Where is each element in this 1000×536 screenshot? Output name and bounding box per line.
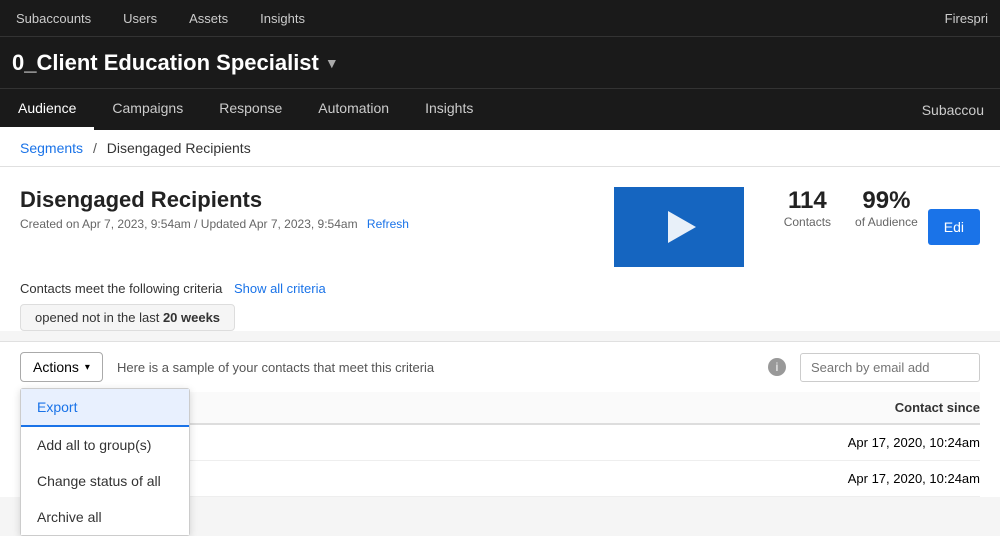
actions-container: Actions ▾ Export Add all to group(s) Cha… bbox=[20, 352, 103, 382]
main-content: Disengaged Recipients Created on Apr 7, … bbox=[0, 167, 1000, 331]
breadcrumb-separator: / bbox=[93, 140, 97, 156]
segment-info-left: Disengaged Recipients Created on Apr 7, … bbox=[20, 187, 574, 231]
dropdown-change-status[interactable]: Change status of all bbox=[21, 463, 189, 499]
toolbar-description: Here is a sample of your contacts that m… bbox=[117, 360, 754, 375]
top-nav-insights[interactable]: Insights bbox=[256, 11, 309, 26]
segment-stats: 114 Contacts 99% of Audience bbox=[784, 187, 918, 229]
search-input[interactable] bbox=[800, 353, 980, 382]
play-icon bbox=[668, 211, 696, 243]
secondary-navigation: Audience Campaigns Response Automation I… bbox=[0, 88, 1000, 130]
segment-meta: Created on Apr 7, 2023, 9:54am / Updated… bbox=[20, 217, 574, 231]
nav-response[interactable]: Response bbox=[201, 89, 300, 130]
breadcrumb: Segments / Disengaged Recipients bbox=[0, 130, 1000, 167]
contacts-count: 114 bbox=[784, 187, 831, 215]
actions-button[interactable]: Actions ▾ bbox=[20, 352, 103, 382]
top-nav-assets[interactable]: Assets bbox=[185, 11, 232, 26]
criteria-section: Contacts meet the following criteria Sho… bbox=[20, 281, 980, 331]
dropdown-export[interactable]: Export bbox=[21, 389, 189, 427]
criteria-pill-bold: 20 weeks bbox=[163, 310, 220, 325]
breadcrumb-segments-link[interactable]: Segments bbox=[20, 140, 83, 156]
audience-percent: 99% bbox=[855, 187, 918, 215]
col-header-since: Contact since bbox=[780, 400, 980, 415]
criteria-label: Contacts meet the following criteria Sho… bbox=[20, 281, 980, 296]
refresh-link[interactable]: Refresh bbox=[367, 217, 409, 231]
criteria-label-text: Contacts meet the following criteria bbox=[20, 281, 222, 296]
contacts-label: Contacts bbox=[784, 215, 831, 229]
criteria-pill: opened not in the last 20 weeks bbox=[20, 304, 235, 331]
top-nav-left: Subaccounts Users Assets Insights bbox=[12, 11, 309, 26]
top-nav-subaccounts[interactable]: Subaccounts bbox=[12, 11, 95, 26]
actions-dropdown: Export Add all to group(s) Change status… bbox=[20, 388, 190, 536]
nav-audience[interactable]: Audience bbox=[0, 89, 94, 130]
info-icon[interactable]: i bbox=[768, 358, 786, 376]
criteria-pill-text: opened not in the last bbox=[35, 310, 163, 325]
segment-title: Disengaged Recipients bbox=[20, 187, 574, 213]
since-cell-2: Apr 17, 2020, 10:24am bbox=[780, 471, 980, 486]
actions-caret: ▾ bbox=[85, 362, 90, 373]
dropdown-add-group[interactable]: Add all to group(s) bbox=[21, 427, 189, 463]
since-cell-1: Apr 17, 2020, 10:24am bbox=[780, 435, 980, 450]
account-bar: 0_Client Education Specialist ▼ bbox=[0, 36, 1000, 88]
secondary-nav-right-text: Subaccou bbox=[906, 102, 1000, 118]
contacts-stat: 114 Contacts bbox=[784, 187, 831, 229]
show-all-criteria-link[interactable]: Show all criteria bbox=[234, 281, 326, 296]
top-nav-users[interactable]: Users bbox=[119, 11, 161, 26]
account-name-text: 0_Client Education Specialist bbox=[12, 50, 319, 76]
dropdown-archive-all[interactable]: Archive all bbox=[21, 499, 189, 535]
secondary-nav-left: Audience Campaigns Response Automation I… bbox=[0, 89, 491, 130]
nav-insights[interactable]: Insights bbox=[407, 89, 491, 130]
top-navigation: Subaccounts Users Assets Insights Firesp… bbox=[0, 0, 1000, 36]
account-dropdown-arrow: ▼ bbox=[325, 55, 339, 71]
segment-header: Disengaged Recipients Created on Apr 7, … bbox=[20, 187, 980, 267]
actions-label: Actions bbox=[33, 359, 79, 375]
segment-meta-text: Created on Apr 7, 2023, 9:54am / Updated… bbox=[20, 217, 358, 231]
audience-label: of Audience bbox=[855, 215, 918, 229]
nav-campaigns[interactable]: Campaigns bbox=[94, 89, 201, 130]
account-title[interactable]: 0_Client Education Specialist ▼ bbox=[0, 50, 351, 76]
top-nav-brand: Firespri bbox=[945, 11, 988, 26]
video-thumbnail[interactable] bbox=[614, 187, 744, 267]
breadcrumb-current-page: Disengaged Recipients bbox=[107, 140, 251, 156]
audience-stat: 99% of Audience bbox=[855, 187, 918, 229]
toolbar: Actions ▾ Export Add all to group(s) Cha… bbox=[0, 341, 1000, 392]
nav-automation[interactable]: Automation bbox=[300, 89, 407, 130]
edit-button[interactable]: Edi bbox=[928, 209, 980, 245]
